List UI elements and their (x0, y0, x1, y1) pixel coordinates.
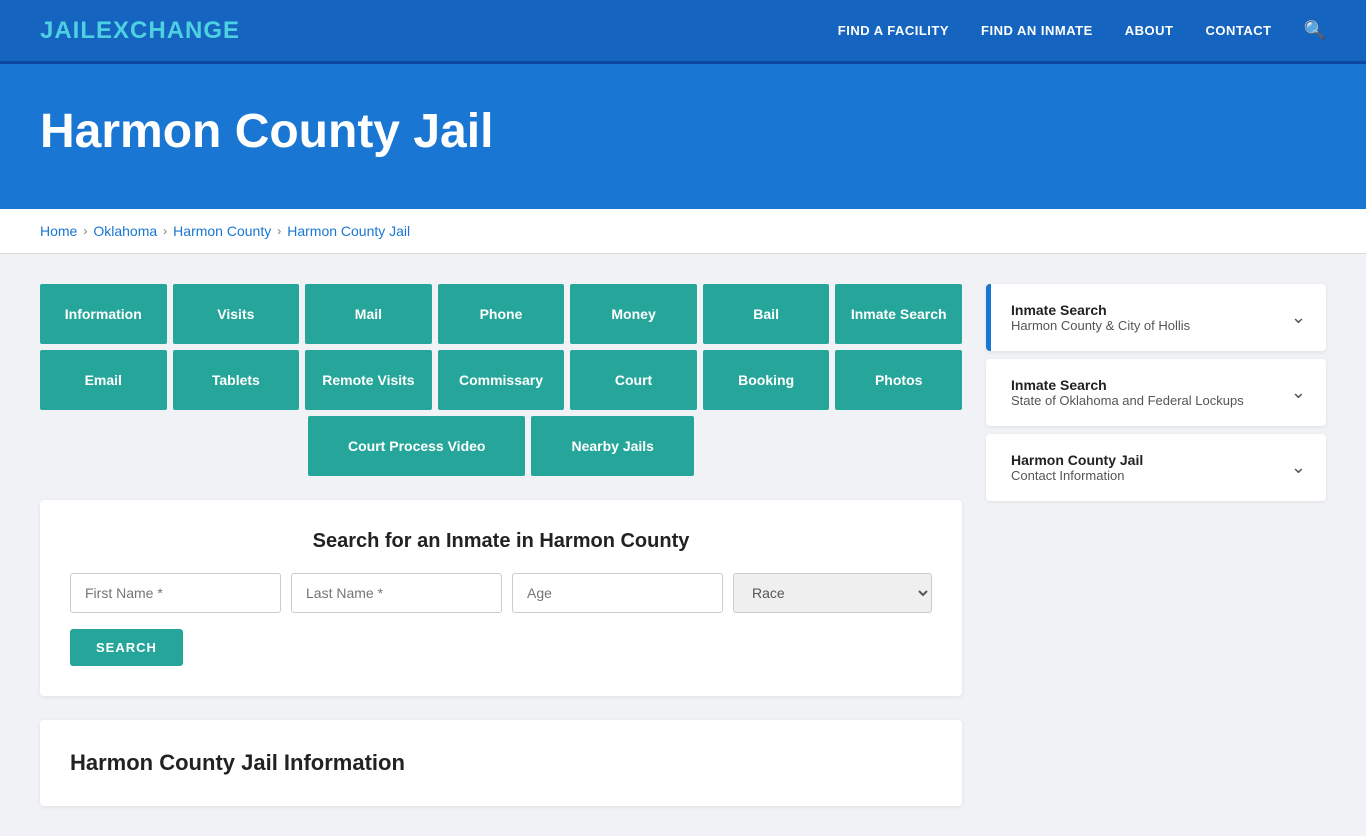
sidebar-card-line1-0: Inmate Search (1011, 302, 1190, 318)
sidebar-card-0: Inmate Search Harmon County & City of Ho… (986, 284, 1326, 351)
breadcrumb-home[interactable]: Home (40, 223, 77, 239)
nav-contact[interactable]: CONTACT (1205, 23, 1271, 38)
chevron-icon-0: ⌄ (1291, 307, 1306, 328)
right-column: Inmate Search Harmon County & City of Ho… (986, 284, 1326, 806)
left-column: Information Visits Mail Phone Money Bail… (40, 284, 962, 806)
search-heading: Search for an Inmate in Harmon County (70, 530, 932, 553)
logo-jail: JAIL (40, 17, 96, 44)
btn-email[interactable]: Email (40, 350, 167, 410)
breadcrumb-bar: Home › Oklahoma › Harmon County › Harmon… (0, 209, 1366, 254)
btn-court-process-video[interactable]: Court Process Video (308, 416, 525, 476)
sidebar-card-title-1: Inmate Search State of Oklahoma and Fede… (1011, 377, 1244, 408)
btn-tablets[interactable]: Tablets (173, 350, 300, 410)
logo[interactable]: JAILEXCHANGE (40, 17, 240, 45)
age-input[interactable] (512, 573, 723, 613)
breadcrumb-oklahoma[interactable]: Oklahoma (93, 223, 157, 239)
race-select[interactable]: Race White Black Hispanic Asian Other (733, 573, 932, 613)
btn-court[interactable]: Court (570, 350, 697, 410)
info-section: Harmon County Jail Information (40, 720, 962, 806)
btn-inmate-search[interactable]: Inmate Search (835, 284, 962, 344)
btn-booking[interactable]: Booking (703, 350, 830, 410)
sidebar-card-header-0[interactable]: Inmate Search Harmon County & City of Ho… (986, 284, 1326, 351)
sidebar-card-line2-1: State of Oklahoma and Federal Lockups (1011, 393, 1244, 408)
btn-photos[interactable]: Photos (835, 350, 962, 410)
btn-information[interactable]: Information (40, 284, 167, 344)
chevron-icon-2: ⌄ (1291, 457, 1306, 478)
btn-nearby-jails[interactable]: Nearby Jails (531, 416, 694, 476)
sidebar-card-header-1[interactable]: Inmate Search State of Oklahoma and Fede… (986, 359, 1326, 426)
chevron-icon-1: ⌄ (1291, 382, 1306, 403)
btn-bail[interactable]: Bail (703, 284, 830, 344)
sidebar-card-line2-2: Contact Information (1011, 468, 1143, 483)
breadcrumb-current: Harmon County Jail (287, 223, 410, 239)
last-name-input[interactable] (291, 573, 502, 613)
sidebar-card-line2-0: Harmon County & City of Hollis (1011, 318, 1190, 333)
sidebar-card-2: Harmon County Jail Contact Information ⌄ (986, 434, 1326, 501)
breadcrumb-sep-1: › (83, 224, 87, 238)
nav-find-facility[interactable]: FIND A FACILITY (838, 23, 949, 38)
hero-section: Harmon County Jail (0, 64, 1366, 209)
button-row-1: Information Visits Mail Phone Money Bail… (40, 284, 962, 344)
btn-commissary[interactable]: Commissary (438, 350, 565, 410)
btn-visits[interactable]: Visits (173, 284, 300, 344)
button-row-3: Court Process Video Nearby Jails (40, 416, 962, 476)
info-heading: Harmon County Jail Information (70, 750, 932, 776)
btn-phone[interactable]: Phone (438, 284, 565, 344)
search-icon[interactable]: 🔍 (1304, 20, 1326, 41)
breadcrumb-harmon-county[interactable]: Harmon County (173, 223, 271, 239)
sidebar-card-header-2[interactable]: Harmon County Jail Contact Information ⌄ (986, 434, 1326, 501)
search-inputs: Race White Black Hispanic Asian Other (70, 573, 932, 613)
sidebar-card-1: Inmate Search State of Oklahoma and Fede… (986, 359, 1326, 426)
btn-remote-visits[interactable]: Remote Visits (305, 350, 432, 410)
sidebar-card-title-0: Inmate Search Harmon County & City of Ho… (1011, 302, 1190, 333)
navbar: JAILEXCHANGE FIND A FACILITY FIND AN INM… (0, 0, 1366, 64)
nav-about[interactable]: ABOUT (1125, 23, 1174, 38)
btn-mail[interactable]: Mail (305, 284, 432, 344)
search-card: Search for an Inmate in Harmon County Ra… (40, 500, 962, 696)
breadcrumb-sep-3: › (277, 224, 281, 238)
nav-find-inmate[interactable]: FIND AN INMATE (981, 23, 1093, 38)
breadcrumb-sep-2: › (163, 224, 167, 238)
sidebar-card-line1-2: Harmon County Jail (1011, 452, 1143, 468)
btn-money[interactable]: Money (570, 284, 697, 344)
page-title: Harmon County Jail (40, 104, 1326, 159)
logo-exchange: EXCHANGE (96, 17, 240, 44)
sidebar-card-title-2: Harmon County Jail Contact Information (1011, 452, 1143, 483)
sidebar-card-line1-1: Inmate Search (1011, 377, 1244, 393)
button-row-2: Email Tablets Remote Visits Commissary C… (40, 350, 962, 410)
first-name-input[interactable] (70, 573, 281, 613)
main-content: Information Visits Mail Phone Money Bail… (0, 254, 1366, 836)
breadcrumb: Home › Oklahoma › Harmon County › Harmon… (40, 223, 1326, 239)
nav-links: FIND A FACILITY FIND AN INMATE ABOUT CON… (838, 20, 1326, 41)
search-button[interactable]: SEARCH (70, 629, 183, 666)
